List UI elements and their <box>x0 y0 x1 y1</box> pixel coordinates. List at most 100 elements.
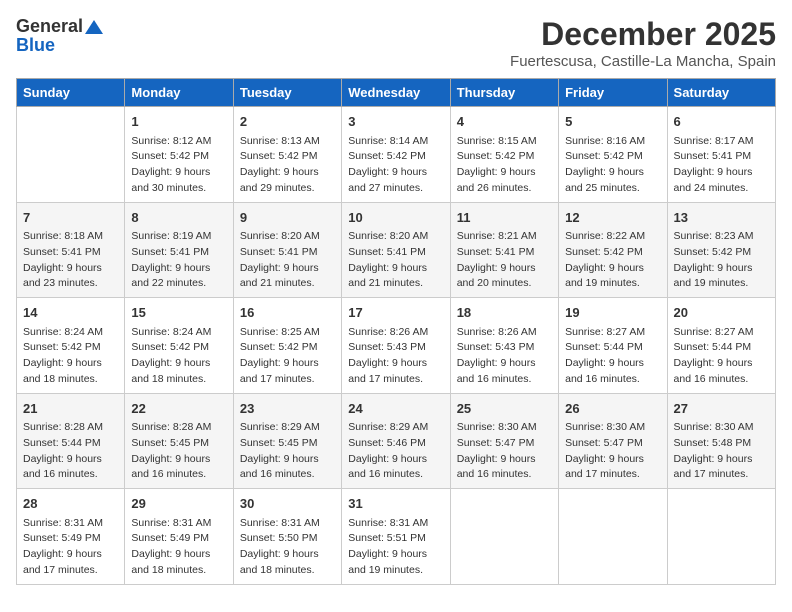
day-number: 9 <box>240 208 335 228</box>
day-info: Sunrise: 8:31 AM Sunset: 5:50 PM Dayligh… <box>240 516 335 579</box>
day-number: 29 <box>131 494 226 514</box>
day-info: Sunrise: 8:21 AM Sunset: 5:41 PM Dayligh… <box>457 229 552 292</box>
calendar-cell <box>450 489 558 585</box>
calendar-header-row: SundayMondayTuesdayWednesdayThursdayFrid… <box>17 79 776 107</box>
day-number: 28 <box>23 494 118 514</box>
day-number: 8 <box>131 208 226 228</box>
header-tuesday: Tuesday <box>233 79 341 107</box>
calendar-cell: 12Sunrise: 8:22 AM Sunset: 5:42 PM Dayli… <box>559 202 667 298</box>
title-section: December 2025 Fuertescusa, Castille-La M… <box>510 16 776 70</box>
day-number: 6 <box>674 112 769 132</box>
calendar-table: SundayMondayTuesdayWednesdayThursdayFrid… <box>16 78 776 585</box>
calendar-cell: 14Sunrise: 8:24 AM Sunset: 5:42 PM Dayli… <box>17 298 125 394</box>
day-info: Sunrise: 8:26 AM Sunset: 5:43 PM Dayligh… <box>348 325 443 388</box>
day-info: Sunrise: 8:31 AM Sunset: 5:51 PM Dayligh… <box>348 516 443 579</box>
day-number: 24 <box>348 399 443 419</box>
day-number: 18 <box>457 303 552 323</box>
day-number: 3 <box>348 112 443 132</box>
calendar-week-0: 1Sunrise: 8:12 AM Sunset: 5:42 PM Daylig… <box>17 107 776 203</box>
day-info: Sunrise: 8:14 AM Sunset: 5:42 PM Dayligh… <box>348 134 443 197</box>
day-number: 16 <box>240 303 335 323</box>
day-info: Sunrise: 8:13 AM Sunset: 5:42 PM Dayligh… <box>240 134 335 197</box>
calendar-week-4: 28Sunrise: 8:31 AM Sunset: 5:49 PM Dayli… <box>17 489 776 585</box>
day-number: 25 <box>457 399 552 419</box>
calendar-cell: 28Sunrise: 8:31 AM Sunset: 5:49 PM Dayli… <box>17 489 125 585</box>
calendar-cell <box>17 107 125 203</box>
day-number: 19 <box>565 303 660 323</box>
day-info: Sunrise: 8:26 AM Sunset: 5:43 PM Dayligh… <box>457 325 552 388</box>
calendar-cell: 31Sunrise: 8:31 AM Sunset: 5:51 PM Dayli… <box>342 489 450 585</box>
calendar-cell <box>667 489 775 585</box>
day-info: Sunrise: 8:22 AM Sunset: 5:42 PM Dayligh… <box>565 229 660 292</box>
header-thursday: Thursday <box>450 79 558 107</box>
calendar-cell: 24Sunrise: 8:29 AM Sunset: 5:46 PM Dayli… <box>342 393 450 489</box>
day-number: 4 <box>457 112 552 132</box>
calendar-cell: 25Sunrise: 8:30 AM Sunset: 5:47 PM Dayli… <box>450 393 558 489</box>
day-number: 1 <box>131 112 226 132</box>
calendar-week-1: 7Sunrise: 8:18 AM Sunset: 5:41 PM Daylig… <box>17 202 776 298</box>
day-info: Sunrise: 8:17 AM Sunset: 5:41 PM Dayligh… <box>674 134 769 197</box>
day-number: 21 <box>23 399 118 419</box>
day-info: Sunrise: 8:20 AM Sunset: 5:41 PM Dayligh… <box>348 229 443 292</box>
day-number: 5 <box>565 112 660 132</box>
calendar-cell: 8Sunrise: 8:19 AM Sunset: 5:41 PM Daylig… <box>125 202 233 298</box>
calendar-cell: 27Sunrise: 8:30 AM Sunset: 5:48 PM Dayli… <box>667 393 775 489</box>
page-header: General Blue December 2025 Fuertescusa, … <box>16 16 776 70</box>
day-info: Sunrise: 8:18 AM Sunset: 5:41 PM Dayligh… <box>23 229 118 292</box>
day-info: Sunrise: 8:30 AM Sunset: 5:47 PM Dayligh… <box>457 420 552 483</box>
day-info: Sunrise: 8:28 AM Sunset: 5:44 PM Dayligh… <box>23 420 118 483</box>
calendar-cell: 11Sunrise: 8:21 AM Sunset: 5:41 PM Dayli… <box>450 202 558 298</box>
logo-blue-text: Blue <box>16 35 55 56</box>
logo-general-text: General <box>16 16 83 37</box>
calendar-cell: 16Sunrise: 8:25 AM Sunset: 5:42 PM Dayli… <box>233 298 341 394</box>
day-info: Sunrise: 8:30 AM Sunset: 5:48 PM Dayligh… <box>674 420 769 483</box>
calendar-cell: 30Sunrise: 8:31 AM Sunset: 5:50 PM Dayli… <box>233 489 341 585</box>
day-number: 12 <box>565 208 660 228</box>
day-number: 27 <box>674 399 769 419</box>
calendar-cell: 23Sunrise: 8:29 AM Sunset: 5:45 PM Dayli… <box>233 393 341 489</box>
calendar-cell: 17Sunrise: 8:26 AM Sunset: 5:43 PM Dayli… <box>342 298 450 394</box>
logo-icon <box>85 20 103 34</box>
day-info: Sunrise: 8:31 AM Sunset: 5:49 PM Dayligh… <box>23 516 118 579</box>
calendar-week-3: 21Sunrise: 8:28 AM Sunset: 5:44 PM Dayli… <box>17 393 776 489</box>
day-info: Sunrise: 8:29 AM Sunset: 5:46 PM Dayligh… <box>348 420 443 483</box>
calendar-cell: 13Sunrise: 8:23 AM Sunset: 5:42 PM Dayli… <box>667 202 775 298</box>
day-info: Sunrise: 8:16 AM Sunset: 5:42 PM Dayligh… <box>565 134 660 197</box>
day-number: 23 <box>240 399 335 419</box>
day-number: 20 <box>674 303 769 323</box>
calendar-week-2: 14Sunrise: 8:24 AM Sunset: 5:42 PM Dayli… <box>17 298 776 394</box>
day-info: Sunrise: 8:29 AM Sunset: 5:45 PM Dayligh… <box>240 420 335 483</box>
calendar-cell: 20Sunrise: 8:27 AM Sunset: 5:44 PM Dayli… <box>667 298 775 394</box>
day-info: Sunrise: 8:31 AM Sunset: 5:49 PM Dayligh… <box>131 516 226 579</box>
month-title: December 2025 <box>510 16 776 53</box>
calendar-cell: 21Sunrise: 8:28 AM Sunset: 5:44 PM Dayli… <box>17 393 125 489</box>
header-wednesday: Wednesday <box>342 79 450 107</box>
calendar-cell <box>559 489 667 585</box>
header-sunday: Sunday <box>17 79 125 107</box>
day-info: Sunrise: 8:19 AM Sunset: 5:41 PM Dayligh… <box>131 229 226 292</box>
day-info: Sunrise: 8:28 AM Sunset: 5:45 PM Dayligh… <box>131 420 226 483</box>
calendar-cell: 1Sunrise: 8:12 AM Sunset: 5:42 PM Daylig… <box>125 107 233 203</box>
calendar-cell: 5Sunrise: 8:16 AM Sunset: 5:42 PM Daylig… <box>559 107 667 203</box>
calendar-cell: 6Sunrise: 8:17 AM Sunset: 5:41 PM Daylig… <box>667 107 775 203</box>
day-number: 26 <box>565 399 660 419</box>
header-monday: Monday <box>125 79 233 107</box>
calendar-cell: 2Sunrise: 8:13 AM Sunset: 5:42 PM Daylig… <box>233 107 341 203</box>
day-info: Sunrise: 8:20 AM Sunset: 5:41 PM Dayligh… <box>240 229 335 292</box>
day-number: 7 <box>23 208 118 228</box>
calendar-cell: 19Sunrise: 8:27 AM Sunset: 5:44 PM Dayli… <box>559 298 667 394</box>
day-info: Sunrise: 8:15 AM Sunset: 5:42 PM Dayligh… <box>457 134 552 197</box>
calendar-cell: 29Sunrise: 8:31 AM Sunset: 5:49 PM Dayli… <box>125 489 233 585</box>
day-number: 2 <box>240 112 335 132</box>
calendar-cell: 18Sunrise: 8:26 AM Sunset: 5:43 PM Dayli… <box>450 298 558 394</box>
day-info: Sunrise: 8:30 AM Sunset: 5:47 PM Dayligh… <box>565 420 660 483</box>
day-number: 22 <box>131 399 226 419</box>
day-info: Sunrise: 8:24 AM Sunset: 5:42 PM Dayligh… <box>131 325 226 388</box>
location-subtitle: Fuertescusa, Castille-La Mancha, Spain <box>510 53 776 70</box>
calendar-cell: 4Sunrise: 8:15 AM Sunset: 5:42 PM Daylig… <box>450 107 558 203</box>
calendar-cell: 7Sunrise: 8:18 AM Sunset: 5:41 PM Daylig… <box>17 202 125 298</box>
calendar-cell: 9Sunrise: 8:20 AM Sunset: 5:41 PM Daylig… <box>233 202 341 298</box>
day-info: Sunrise: 8:27 AM Sunset: 5:44 PM Dayligh… <box>565 325 660 388</box>
day-number: 13 <box>674 208 769 228</box>
day-number: 15 <box>131 303 226 323</box>
